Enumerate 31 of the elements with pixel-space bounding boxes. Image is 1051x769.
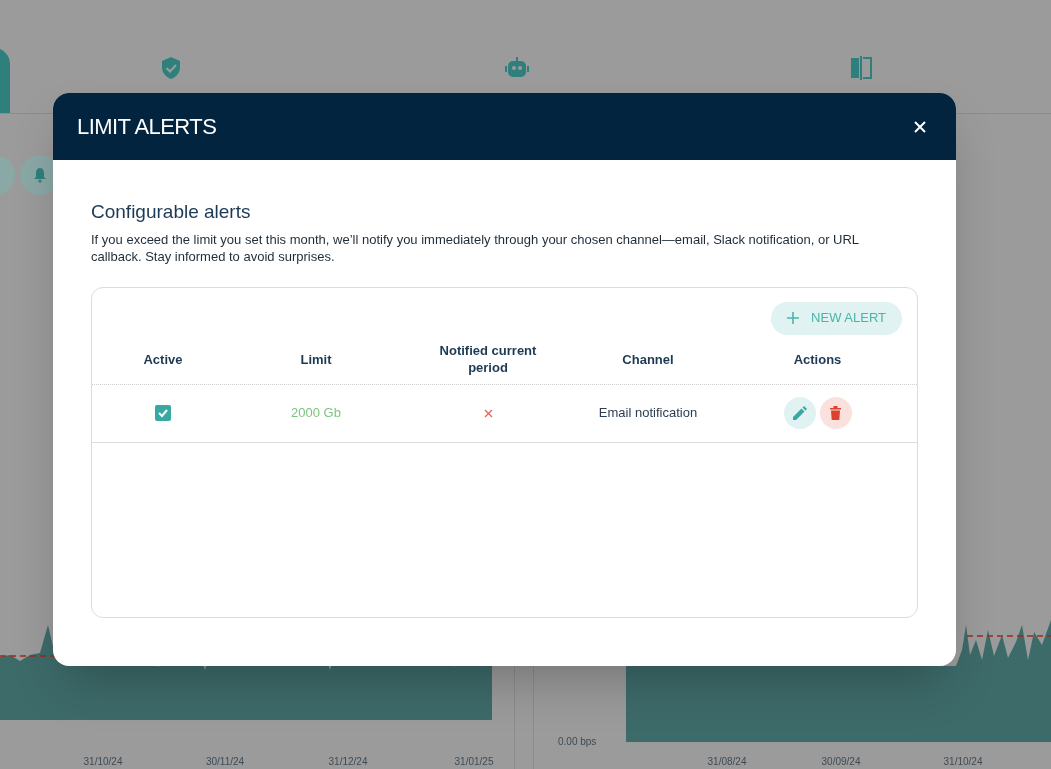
robot-icon: [505, 57, 529, 79]
axis-label: 31/12/24: [328, 755, 368, 769]
pencil-icon: [792, 406, 807, 420]
edit-button[interactable]: [783, 397, 816, 429]
axis-label: 31/08/24: [707, 755, 747, 769]
split-view-icon: [850, 56, 872, 80]
axis-label: 31/10/24: [943, 755, 983, 769]
close-icon: [914, 120, 926, 133]
table-cell-text: 2000 Gb: [291, 404, 341, 423]
axis-label: 31/10/24: [83, 755, 123, 769]
trash-icon: [830, 406, 841, 420]
close-button[interactable]: [912, 118, 928, 135]
modal-title: LIMIT ALERTS: [77, 113, 217, 141]
shield-check-icon: [160, 56, 182, 80]
column-header: Channel: [622, 350, 674, 368]
delete-button[interactable]: [819, 397, 852, 429]
column-header: Limit: [300, 350, 332, 368]
axis-label: 0.00 bps: [558, 735, 597, 749]
axis-label: 30/11/24: [205, 755, 245, 769]
axis-label: 31/01/25: [454, 755, 494, 769]
axis-label: 30/09/24: [821, 755, 861, 769]
column-header: Active: [143, 350, 183, 368]
section-heading: Configurable alerts: [91, 200, 252, 224]
column-header: Notified current period: [438, 342, 538, 376]
checkbox[interactable]: [155, 405, 171, 421]
description-text: If you exceed the limit you set this month, we’ll notify you immediately through your chosen channel—email, Slack notification, or URL callback. Stay informed to avoid surprises.: [91, 230, 860, 265]
new-alert-button[interactable]: NEW ALERT: [771, 301, 902, 335]
column-header: Actions: [793, 350, 842, 368]
plus-icon: [787, 312, 800, 324]
table-cell-text: Email notification: [598, 404, 698, 423]
bell-icon: [32, 167, 48, 183]
